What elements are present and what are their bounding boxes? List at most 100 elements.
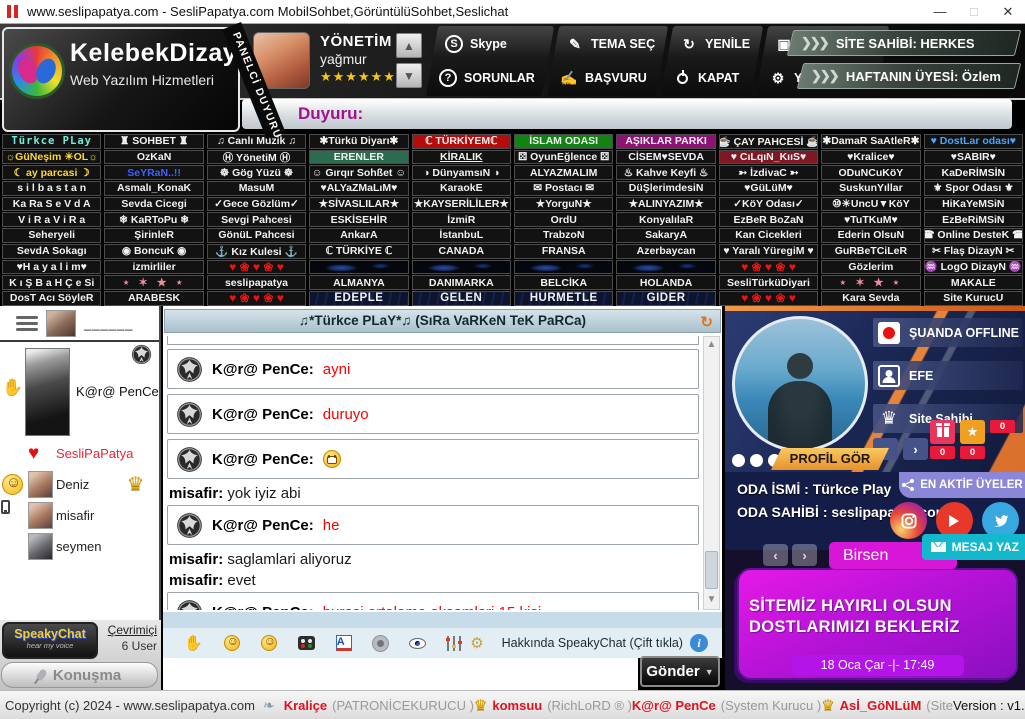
room-cell[interactable]: ❄ KaRToPu ❄	[104, 212, 203, 227]
room-cell[interactable]: MasuM	[207, 181, 306, 196]
room-cell-decor[interactable]	[616, 260, 715, 275]
room-cell[interactable]: ⚜ Spor Odası ⚜	[924, 181, 1023, 196]
user-row-karapence[interactable]: ✋ K@r@ PenCe	[0, 342, 159, 438]
profile-photo[interactable]	[732, 316, 868, 452]
room-cell[interactable]: ♨ Kahve Keyfi ♨	[616, 165, 715, 180]
room-cell-decor[interactable]	[207, 291, 306, 306]
input-row[interactable]	[163, 658, 638, 690]
user-row-misafir[interactable]: misafir	[0, 500, 159, 531]
room-cell[interactable]: ✓Gece Gözlüm✓	[207, 197, 306, 212]
footer-credit[interactable]: ♛Asİ_GöNLüM (Site	[821, 696, 953, 714]
room-cell[interactable]: FRANSA	[514, 244, 613, 259]
room-cell[interactable]: ♥H a y a l i m♥	[2, 260, 101, 275]
scroll-down-button[interactable]: ▼	[396, 63, 422, 88]
skype-button[interactable]: SSkype	[445, 33, 541, 55]
room-cell[interactable]: GönüL Pahcesi	[207, 228, 306, 243]
online-label[interactable]: Çevrimiçi	[108, 623, 157, 637]
room-cell[interactable]: OrdU	[514, 212, 613, 227]
room-cell[interactable]: s i l b a s t a n	[2, 181, 101, 196]
room-cell[interactable]: ♒ LogO DizayN ♒	[924, 260, 1023, 275]
room-cell[interactable]: ★YorguN★	[514, 197, 613, 212]
sorunlar-button[interactable]: ?SORUNLAR	[439, 67, 535, 89]
room-cell[interactable]: ALMANYA	[309, 275, 408, 290]
room-cell[interactable]: AnkarA	[309, 228, 408, 243]
room-cell[interactable]: KaraokE	[412, 181, 511, 196]
room-cell[interactable]: ♥SABIR♥	[924, 150, 1023, 165]
room-cell[interactable]: ♥ CıLqıN_KııS♥	[719, 150, 818, 165]
room-cell[interactable]: ✓KöY Odası✓	[719, 197, 818, 212]
room-cell-decor[interactable]	[309, 260, 408, 275]
room-cell[interactable]: Sevda Cicegi	[104, 197, 203, 212]
chat-scrollbar[interactable]: ▲ ▼	[703, 336, 720, 610]
room-cell[interactable]: ⑩☀UncU▼KöY	[821, 197, 920, 212]
menu-icon[interactable]	[16, 316, 38, 331]
room-cell[interactable]: Ⓗ YönetiM Ⓗ	[207, 150, 306, 165]
message-prev-button[interactable]: ‹	[763, 544, 788, 566]
room-cell[interactable]: ⚄ OyunEğlence ⚄	[514, 150, 613, 165]
close-button[interactable]: ✕	[991, 0, 1025, 23]
room-cell[interactable]: ✱Türkü Diyarı✱	[309, 134, 408, 149]
room-cell-decor[interactable]	[719, 260, 818, 275]
room-cell[interactable]: ✂ Flaş DizayN ✂	[924, 244, 1023, 259]
room-cell[interactable]: ♥TuTKuM♥	[821, 212, 920, 227]
room-cell[interactable]: KİRALIK	[412, 150, 511, 165]
maximize-button[interactable]: □	[957, 0, 991, 23]
room-cell[interactable]: HOLANDA	[616, 275, 715, 290]
room-cell[interactable]: GELEN	[412, 291, 511, 306]
profile-next-button[interactable]: ›	[903, 438, 928, 460]
tema-sec-button[interactable]: ✎TEMA SEÇ	[566, 33, 655, 55]
self-user-row[interactable]: ______	[0, 306, 159, 342]
user-row-deniz[interactable]: Deniz ♛	[0, 469, 159, 500]
room-cell[interactable]: ✉ Postacı ✉	[514, 181, 613, 196]
smiley-icon[interactable]	[224, 635, 240, 651]
chat-refresh-icon[interactable]: ↻	[700, 312, 713, 334]
wave-hand-icon[interactable]: ✋	[184, 634, 203, 652]
room-cell[interactable]: V i R a V i R a	[2, 212, 101, 227]
room-cell[interactable]: ☾ ay parcasi ☽	[2, 165, 101, 180]
gift-icon[interactable]	[930, 420, 955, 444]
footer-credit[interactable]: ❧Kraliçe (PATRONİCEKURUCU )	[255, 697, 474, 714]
room-cell[interactable]: Kan Cicekleri	[719, 228, 818, 243]
room-cell[interactable]: EzBeR BoZaN	[719, 212, 818, 227]
room-cell[interactable]: ODuNCuKöY	[821, 165, 920, 180]
room-cell[interactable]: İSLAM ODASI	[514, 134, 613, 149]
room-cell[interactable]: ◉ BoncuK ◉	[104, 244, 203, 259]
room-cell-decor[interactable]	[104, 275, 203, 290]
footer-credit[interactable]: K@r@ PenCe (System Kurucu )	[632, 698, 821, 713]
room-cell[interactable]: SevdA Sokagı	[2, 244, 101, 259]
room-cell[interactable]: ARABESK	[104, 291, 203, 306]
room-cell[interactable]: ⚓ Kız Kulesi ⚓	[207, 244, 306, 259]
scroll-up-arrow[interactable]: ▲	[704, 337, 719, 354]
room-cell[interactable]: DANIMARKA	[412, 275, 511, 290]
room-cell-decor[interactable]	[821, 275, 920, 290]
room-cell-decor[interactable]	[719, 291, 818, 306]
room-cell[interactable]: HÜRMETLE	[514, 291, 613, 306]
room-cell[interactable]: SuskunYıllar	[821, 181, 920, 196]
instagram-icon[interactable]	[890, 502, 927, 539]
yenile-button[interactable]: ↻YENİLE	[680, 33, 750, 55]
font-icon[interactable]: A	[336, 635, 352, 651]
room-cell[interactable]: ♥GüLüM♥	[719, 181, 818, 196]
room-cell[interactable]: EDEPLE	[309, 291, 408, 306]
room-cell[interactable]: ★SİVASLILAR★	[309, 197, 408, 212]
room-cell[interactable]: Asmalı_KonaK	[104, 181, 203, 196]
room-cell-decor[interactable]	[514, 260, 613, 275]
room-cell[interactable]: TrabzoN	[514, 228, 613, 243]
room-cell[interactable]: SesliTürküDiyari	[719, 275, 818, 290]
room-cell[interactable]: ☕ ÇAY PAHCESİ ☕	[719, 134, 818, 149]
room-cell[interactable]: SeYRaN..!!	[104, 165, 203, 180]
room-cell[interactable]: ♥ DostLar odası♥	[924, 134, 1023, 149]
room-cell[interactable]: GuRBeTCiLeR	[821, 244, 920, 259]
active-members-button[interactable]: EN AKTİF ÜYELER	[899, 472, 1025, 498]
room-cell[interactable]: AŞIKLAR PARKI	[616, 134, 715, 149]
week-member-banner[interactable]: ❯❯❯HAFTANIN ÜYESİ: Özlem	[797, 63, 1021, 89]
room-cell[interactable]: OzKaN	[104, 150, 203, 165]
scroll-up-button[interactable]: ▲	[396, 33, 422, 58]
room-cell[interactable]: izmirliler	[104, 260, 203, 275]
room-cell[interactable]: EzBeRiMSiN	[924, 212, 1023, 227]
star-icon[interactable]: ★	[960, 420, 985, 444]
room-cell[interactable]: DüŞlerimdesiN	[616, 181, 715, 196]
room-cell[interactable]: ERENLER	[309, 150, 408, 165]
webcam-icon[interactable]	[373, 636, 388, 651]
room-cell[interactable]: Ka Ra S e V d A	[2, 197, 101, 212]
